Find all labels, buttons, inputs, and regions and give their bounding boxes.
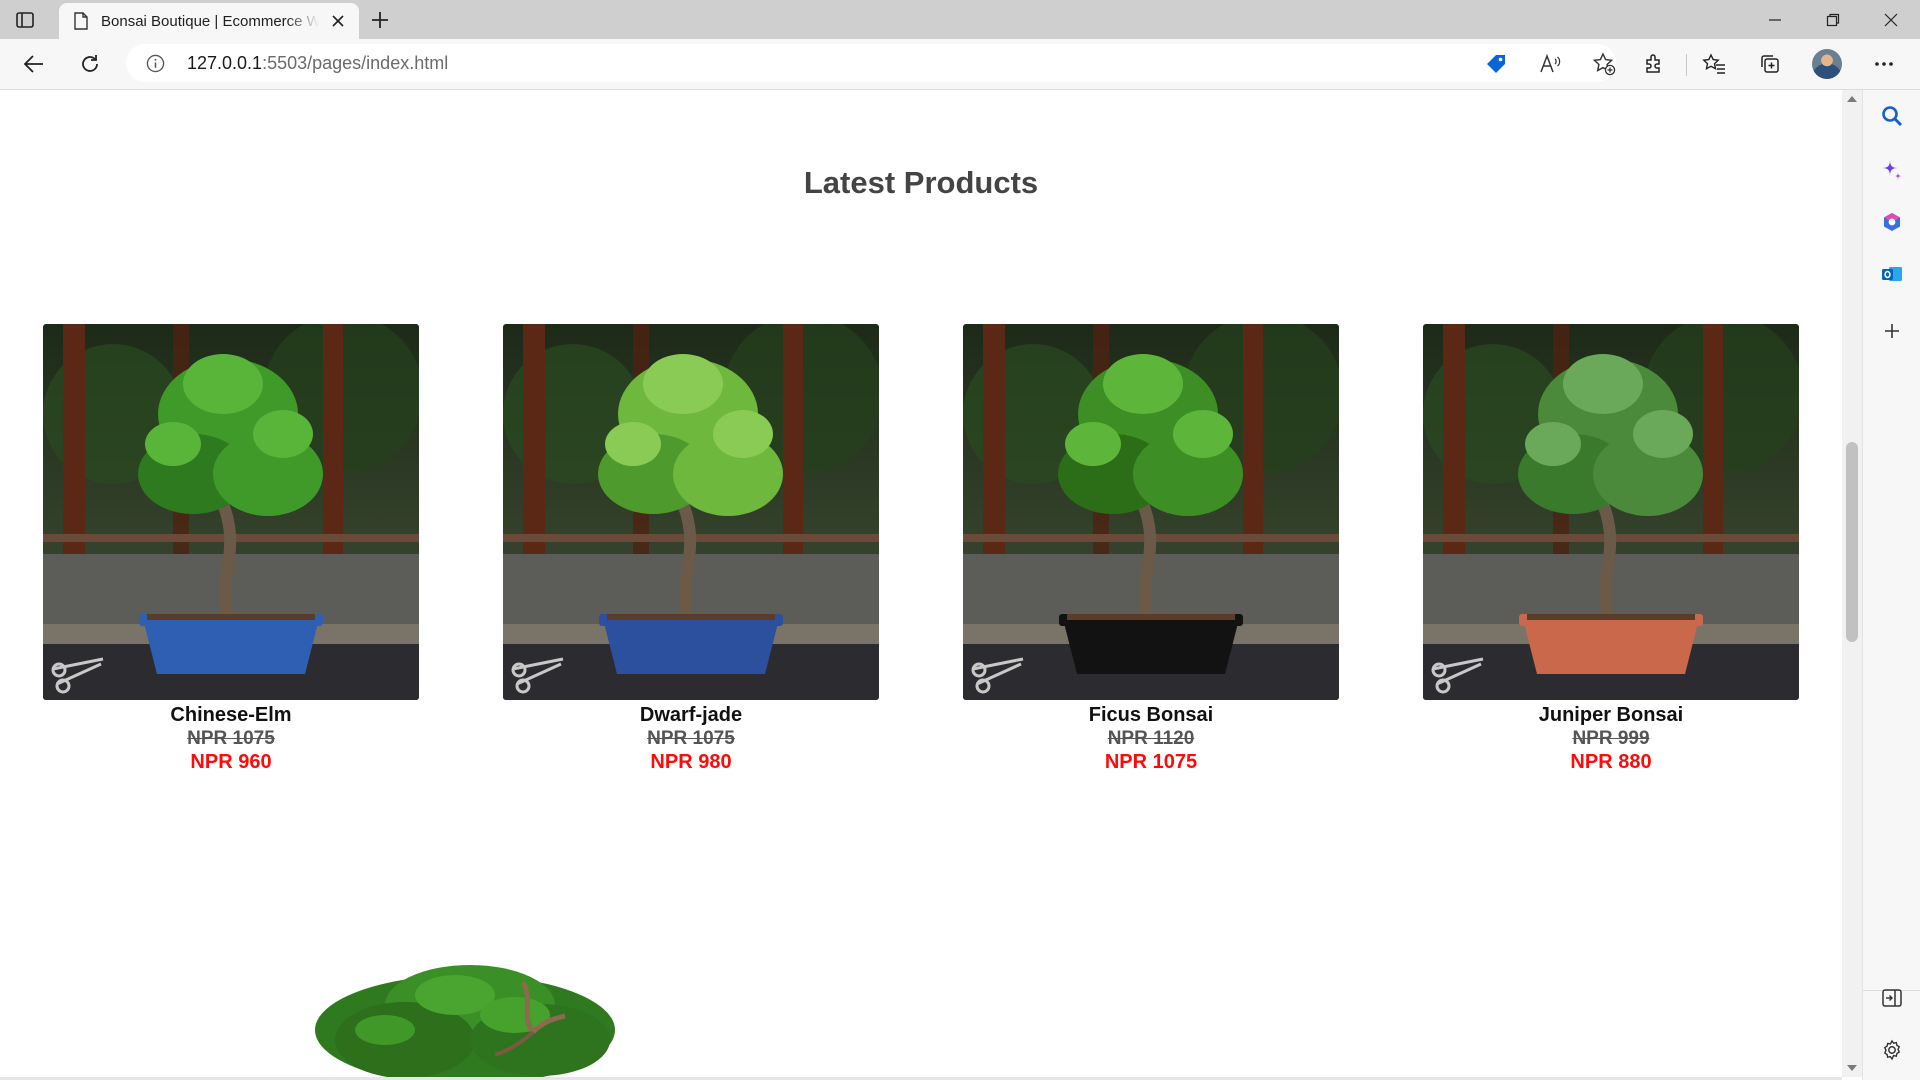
microsoft365-icon[interactable] — [1878, 208, 1906, 236]
product-image[interactable] — [1423, 324, 1799, 700]
browser-toolbar: 127.0.0.1:5503/pages/index.html — [0, 39, 1920, 90]
restore-icon[interactable] — [1810, 6, 1856, 34]
outlook-icon[interactable] — [1878, 260, 1906, 288]
product-card[interactable]: Chinese-Elm NPR 1075 NPR 960 — [43, 324, 419, 774]
product-name[interactable]: Chinese-Elm — [43, 704, 419, 727]
product-name[interactable]: Dwarf-jade — [503, 704, 879, 727]
active-tab[interactable]: Bonsai Boutique | Ecommerce Website — [59, 3, 359, 39]
back-icon[interactable] — [18, 48, 50, 80]
page-viewport: Latest Products Chinese-Elm NPR 1075 NPR 9… — [0, 90, 1842, 1077]
scroll-thumb[interactable] — [1846, 442, 1858, 642]
original-price: NPR 999 — [1572, 728, 1650, 749]
url-host: 127.0.0.1 — [187, 53, 263, 73]
sale-price: NPR 880 — [1570, 751, 1652, 773]
hero-bonsai-image — [315, 965, 615, 1077]
product-name[interactable]: Ficus Bonsai — [963, 704, 1339, 727]
window-close-icon[interactable] — [1868, 6, 1914, 34]
product-card[interactable]: Juniper Bonsai NPR 999 NPR 880 — [1423, 324, 1799, 774]
scroll-up-arrow[interactable] — [1847, 96, 1857, 102]
info-icon[interactable] — [146, 54, 165, 73]
search-icon[interactable] — [1878, 102, 1906, 130]
tab-strip: Bonsai Boutique | Ecommerce Website — [0, 0, 1920, 39]
favorites-icon[interactable] — [1698, 48, 1730, 80]
product-card[interactable]: Dwarf-jade NPR 1075 NPR 980 — [503, 324, 879, 774]
scroll-down-arrow[interactable] — [1847, 1065, 1857, 1071]
edge-sidebar — [1862, 90, 1920, 1080]
copilot-icon[interactable] — [1878, 156, 1906, 184]
avatar[interactable] — [1812, 49, 1842, 79]
minimize-icon[interactable] — [1752, 6, 1798, 34]
product-name[interactable]: Juniper Bonsai — [1423, 704, 1799, 727]
sidebar-hide-icon[interactable] — [1878, 984, 1906, 1012]
close-icon[interactable] — [329, 12, 347, 30]
sale-price: NPR 960 — [190, 751, 272, 773]
product-image[interactable] — [43, 324, 419, 700]
original-price: NPR 1120 — [1107, 728, 1195, 749]
more-icon[interactable] — [1868, 48, 1900, 80]
tag-icon[interactable] — [1484, 52, 1508, 76]
page-scrollbar[interactable] — [1842, 90, 1862, 1077]
original-price: NPR 1075 — [647, 728, 735, 749]
plus-icon[interactable] — [1878, 317, 1906, 345]
address-bar[interactable]: 127.0.0.1:5503/pages/index.html — [126, 44, 1616, 82]
plus-icon[interactable] — [368, 8, 392, 32]
collections-icon[interactable] — [1754, 48, 1786, 80]
page-icon — [74, 12, 88, 30]
product-image[interactable] — [963, 324, 1339, 700]
toolbar-divider — [1686, 54, 1687, 76]
url-text[interactable]: 127.0.0.1:5503/pages/index.html — [187, 53, 448, 74]
sale-price: NPR 980 — [650, 751, 732, 773]
tab-title: Bonsai Boutique | Ecommerce Website — [101, 12, 319, 30]
product-card[interactable]: Ficus Bonsai NPR 1120 NPR 1075 — [963, 324, 1339, 774]
original-price: NPR 1075 — [187, 728, 275, 749]
refresh-icon[interactable] — [74, 48, 106, 80]
sale-price: NPR 1075 — [1104, 751, 1198, 773]
favorite-add-icon[interactable] — [1592, 52, 1616, 76]
read-aloud-icon[interactable] — [1538, 52, 1562, 76]
product-image[interactable] — [503, 324, 879, 700]
section-title: Latest Products — [803, 165, 1039, 200]
settings-icon[interactable] — [1878, 1036, 1906, 1064]
url-path: :5503/pages/index.html — [262, 53, 449, 73]
tab-actions-icon[interactable] — [14, 9, 36, 31]
extensions-icon[interactable] — [1638, 48, 1670, 80]
